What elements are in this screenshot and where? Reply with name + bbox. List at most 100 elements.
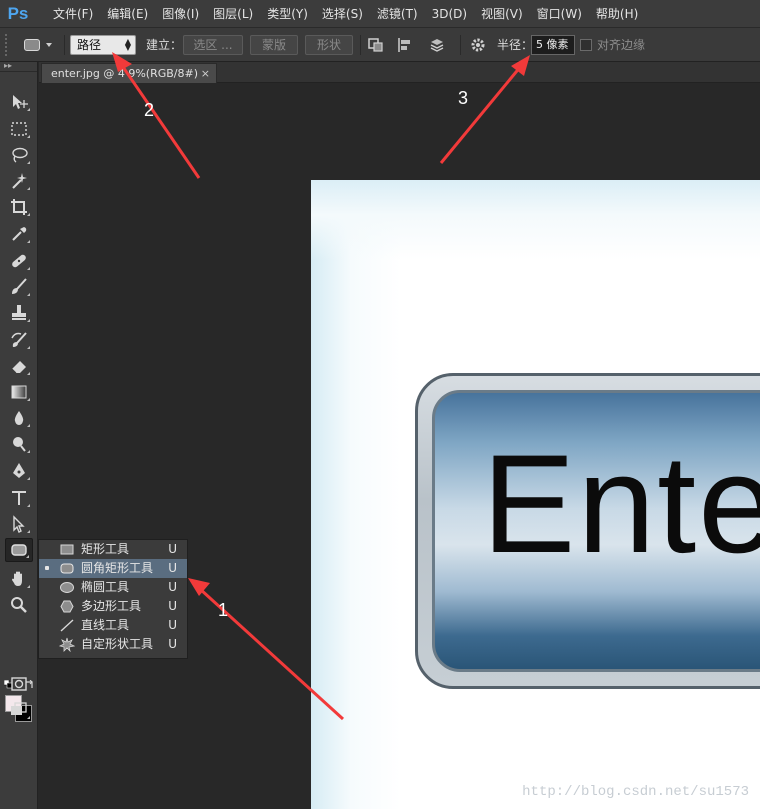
document-image: Ente http://blog.csdn.net/su1573: [311, 180, 760, 809]
stamp-icon: [12, 305, 26, 320]
blur-tool[interactable]: [5, 406, 33, 430]
options-bar-grip[interactable]: [5, 33, 11, 56]
close-icon[interactable]: ×: [201, 64, 210, 83]
make-selection-button[interactable]: 选区 ...: [183, 35, 243, 55]
eraser-tool[interactable]: [5, 354, 33, 378]
menu-edit[interactable]: 编辑(E): [100, 0, 155, 28]
move-icon: [13, 95, 28, 109]
history-brush-tool[interactable]: [5, 328, 33, 352]
menu-image[interactable]: 图像(I): [155, 0, 206, 28]
marquee-tool[interactable]: [5, 117, 33, 141]
radius-label: 半径：: [497, 38, 534, 52]
crop-icon: [11, 199, 27, 215]
image-text: Ente: [482, 425, 760, 582]
document-tab[interactable]: enter.jpg @ 4 9%(RGB/8#) ×: [41, 63, 217, 83]
band-aid-icon: [12, 254, 26, 268]
type-icon: [12, 491, 26, 505]
hand-tool[interactable]: [5, 567, 33, 591]
lasso-icon: [12, 147, 28, 163]
rounded-rectangle-icon: [24, 39, 40, 51]
watermark: http://blog.csdn.net/su1573: [522, 784, 749, 800]
eyedropper-tool[interactable]: [5, 222, 33, 246]
make-shape-button[interactable]: 形状: [305, 35, 353, 55]
tools-panel: ▸▸: [0, 62, 38, 809]
clone-stamp-tool[interactable]: [5, 301, 33, 325]
document-tab-bar: enter.jpg @ 4 9%(RGB/8#) ×: [39, 62, 760, 83]
history-brush-icon: [11, 332, 27, 347]
menu-3d[interactable]: 3D(D): [425, 0, 474, 28]
menu-file[interactable]: 文件(F): [46, 0, 100, 28]
select-arrows-icon: ▲ ▼: [124, 37, 131, 52]
eraser-icon: [11, 361, 26, 374]
rectangular-marquee-icon: [11, 122, 27, 136]
menu-view[interactable]: 视图(V): [474, 0, 530, 28]
path-operations-icon[interactable]: [367, 36, 385, 54]
type-tool[interactable]: [5, 486, 33, 510]
flyout-item-rounded-rectangle[interactable]: 圆角矩形工具 U: [39, 559, 187, 578]
gradient-tool[interactable]: [5, 380, 33, 404]
quick-mask-button[interactable]: [5, 672, 33, 696]
flyout-item-custom-shape[interactable]: 自定形状工具 U: [39, 635, 187, 654]
separator: [360, 35, 361, 55]
polygon-icon: [60, 600, 74, 613]
rounded-rectangle-icon: [60, 563, 74, 574]
gear-icon[interactable]: [469, 36, 487, 54]
align-edges-label: 对齐边缘: [597, 38, 646, 52]
separator: [64, 35, 65, 55]
flyout-item-rectangle[interactable]: 矩形工具 U: [39, 540, 187, 559]
menu-filter[interactable]: 滤镜(T): [370, 0, 425, 28]
photoshop-logo: Ps: [7, 3, 29, 23]
dodge-icon: [13, 437, 26, 452]
quick-mask-icon: [11, 677, 27, 691]
canvas-area[interactable]: Ente http://blog.csdn.net/su1573: [39, 83, 760, 809]
menu-help[interactable]: 帮助(H): [589, 0, 645, 28]
document-tab-title: enter.jpg @ 4 9%(RGB/8#): [51, 67, 199, 80]
shape-tool-flyout: 矩形工具 U 圆角矩形工具 U 椭圆工具 U 多边形工具 U 直线工具 U 自定…: [38, 539, 188, 659]
flyout-item-ellipse[interactable]: 椭圆工具 U: [39, 578, 187, 597]
screen-mode-button[interactable]: [5, 698, 33, 722]
chevron-down-icon: [46, 43, 52, 47]
menu-window[interactable]: 窗口(W): [530, 0, 589, 28]
lasso-tool[interactable]: [5, 143, 33, 167]
drop-icon: [14, 411, 24, 425]
ellipse-icon: [60, 582, 74, 593]
menu-bar: Ps 文件(F) 编辑(E) 图像(I) 图层(L) 类型(Y) 选择(S) 滤…: [0, 0, 760, 28]
separator: [460, 35, 461, 55]
hand-icon: [12, 571, 22, 586]
selected-bullet-icon: [45, 566, 49, 570]
tool-mode-value: 路径: [77, 38, 102, 52]
path-selection-tool[interactable]: [5, 512, 33, 536]
make-mask-button[interactable]: 蒙版: [250, 35, 298, 55]
path-selection-icon: [13, 515, 25, 533]
tool-mode-select[interactable]: 路径 ▲ ▼: [70, 35, 136, 55]
crop-tool[interactable]: [5, 195, 33, 219]
brush-icon: [12, 278, 27, 294]
panel-collapse-icon[interactable]: ▸▸: [0, 62, 37, 72]
pen-tool[interactable]: [5, 459, 33, 483]
dodge-tool[interactable]: [5, 432, 33, 456]
flyout-item-line[interactable]: 直线工具 U: [39, 616, 187, 635]
annotation-number-3: 3: [458, 88, 469, 108]
enter-button-image: Ente: [415, 373, 760, 689]
menu-layer[interactable]: 图层(L): [206, 0, 260, 28]
move-tool[interactable]: [5, 90, 33, 114]
brush-tool[interactable]: [5, 275, 33, 299]
path-alignment-icon[interactable]: [397, 36, 415, 54]
path-arrangement-icon[interactable]: [428, 36, 446, 54]
healing-brush-tool[interactable]: [5, 249, 33, 273]
magnifier-icon: [11, 597, 27, 613]
menu-type[interactable]: 类型(Y): [260, 0, 315, 28]
tool-preset-picker[interactable]: [18, 35, 60, 55]
shape-tool[interactable]: [5, 538, 33, 562]
flyout-item-polygon[interactable]: 多边形工具 U: [39, 597, 187, 616]
custom-shape-icon: [59, 637, 75, 652]
rectangle-icon: [60, 544, 74, 555]
magic-wand-tool[interactable]: [5, 169, 33, 193]
menu-select[interactable]: 选择(S): [315, 0, 370, 28]
radius-input[interactable]: 5 像素: [531, 35, 575, 55]
annotation-number-2: 2: [144, 100, 155, 120]
make-label: 建立：: [146, 38, 183, 52]
zoom-tool[interactable]: [5, 593, 33, 617]
align-edges-checkbox[interactable]: [580, 39, 592, 51]
magic-wand-icon: [12, 173, 27, 189]
